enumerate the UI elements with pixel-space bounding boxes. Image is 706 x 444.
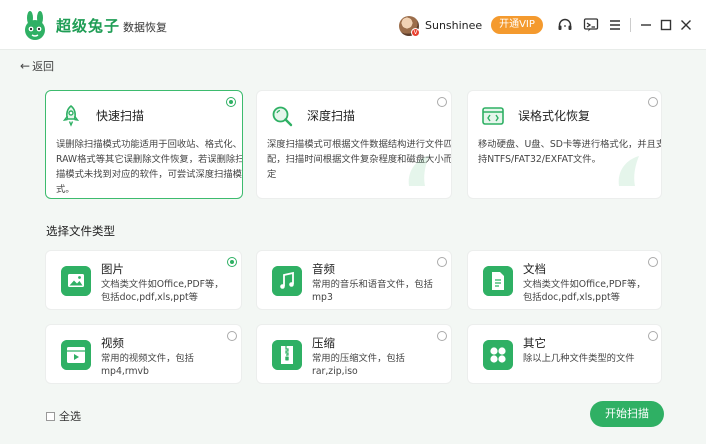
menu-icon[interactable]	[607, 17, 623, 33]
file-type-video[interactable]: 视频 常用的视频文件，包括mp4,rmvb	[45, 324, 242, 384]
scan-mode-format[interactable]: 误格式化恢复 移动硬盘、U盘、SD卡等进行格式化，并且支持NTFS/FAT32/…	[467, 90, 662, 199]
app-window: 超级兔子 数据恢复 V Sunshinee 开通VIP ← 返回 快速扫描 误删…	[0, 0, 706, 444]
file-type-archive[interactable]: 压缩 常用的压缩文件，包括rar,zip,iso	[256, 324, 452, 384]
file-type-title: 视频	[101, 336, 124, 350]
close-icon[interactable]	[678, 17, 694, 33]
minimize-icon[interactable]	[638, 17, 654, 33]
feedback-icon[interactable]	[583, 17, 599, 33]
scan-mode-radio[interactable]	[226, 97, 236, 107]
titlebar-divider	[630, 18, 631, 32]
file-type-radio[interactable]	[227, 331, 237, 341]
watermark-icon	[618, 156, 639, 186]
watermark-icon	[408, 156, 429, 186]
zip-icon	[272, 340, 302, 370]
scan-mode-quick[interactable]: 快速扫描 误删除扫描模式功能适用于回收站、格式化、RAW格式等其它误删除文件恢复…	[45, 90, 243, 199]
music-icon	[272, 266, 302, 296]
start-scan-button[interactable]: 开始扫描	[590, 401, 664, 427]
file-type-desc: 文档类文件如Office,PDF等，包括doc,pdf,xls,ppt等	[101, 279, 224, 303]
image-icon	[61, 266, 91, 296]
rabbit-logo-icon	[25, 11, 45, 40]
file-type-radio[interactable]	[648, 257, 658, 267]
rocket-icon	[62, 104, 80, 127]
file-type-desc: 常用的压缩文件，包括rar,zip,iso	[312, 353, 405, 377]
maximize-icon[interactable]	[658, 17, 674, 33]
file-type-audio[interactable]: 音频 常用的音乐和语音文件，包括mp3	[256, 250, 452, 310]
file-type-other[interactable]: 其它 除以上几种文件类型的文件	[467, 324, 662, 384]
username[interactable]: Sunshinee	[425, 19, 482, 32]
file-type-desc: 常用的音乐和语音文件，包括mp3	[312, 279, 433, 303]
file-type-radio[interactable]	[227, 257, 237, 267]
select-all-label: 全选	[59, 410, 81, 423]
file-type-title: 音频	[312, 262, 335, 276]
back-button[interactable]: ← 返回	[20, 58, 54, 74]
file-type-desc: 除以上几种文件类型的文件	[523, 353, 635, 364]
file-type-document[interactable]: 文档 文档类文件如Office,PDF等，包括doc,pdf,xls,ppt等	[467, 250, 662, 310]
file-type-title: 文档	[523, 262, 546, 276]
file-type-radio[interactable]	[648, 331, 658, 341]
app-brand: 超级兔子	[56, 17, 121, 35]
back-label: 返回	[32, 60, 55, 73]
video-icon	[61, 340, 91, 370]
file-type-title: 图片	[101, 262, 124, 276]
arrow-left-icon: ←	[20, 59, 31, 73]
file-type-radio[interactable]	[437, 331, 447, 341]
file-type-image[interactable]: 图片 文档类文件如Office,PDF等，包括doc,pdf,xls,ppt等	[45, 250, 242, 310]
grid-icon	[483, 340, 513, 370]
document-icon	[483, 266, 513, 296]
format-disk-icon	[482, 107, 504, 125]
title-bar: 超级兔子 数据恢复 V Sunshinee 开通VIP	[0, 0, 706, 50]
magnifier-icon	[272, 106, 293, 127]
checkbox-icon	[46, 412, 55, 421]
file-type-desc: 常用的视频文件，包括mp4,rmvb	[101, 353, 194, 377]
file-type-radio[interactable]	[437, 257, 447, 267]
file-type-title: 其它	[523, 336, 546, 350]
scan-mode-radio[interactable]	[648, 97, 658, 107]
file-type-section-title: 选择文件类型	[46, 224, 115, 238]
headset-support-icon[interactable]	[557, 17, 573, 33]
app-subtitle: 数据恢复	[123, 21, 167, 34]
scan-mode-deep[interactable]: 深度扫描 深度扫描模式可根据文件数据结构进行文件匹配，扫描时间根据文件复杂程度和…	[256, 90, 452, 199]
vip-badge-icon: V	[411, 28, 420, 37]
file-type-title: 压缩	[312, 336, 335, 350]
open-vip-button[interactable]: 开通VIP	[491, 16, 543, 34]
scan-mode-title: 误格式化恢复	[518, 109, 591, 123]
file-type-desc: 文档类文件如Office,PDF等，包括doc,pdf,xls,ppt等	[523, 279, 646, 303]
scan-mode-radio[interactable]	[437, 97, 447, 107]
scan-mode-title: 快速扫描	[96, 109, 145, 123]
scan-mode-title: 深度扫描	[307, 109, 356, 123]
scan-mode-desc: 误删除扫描模式功能适用于回收站、格式化、RAW格式等其它误删除文件恢复，若误删除…	[56, 139, 243, 195]
select-all-checkbox[interactable]: 全选	[46, 408, 81, 424]
